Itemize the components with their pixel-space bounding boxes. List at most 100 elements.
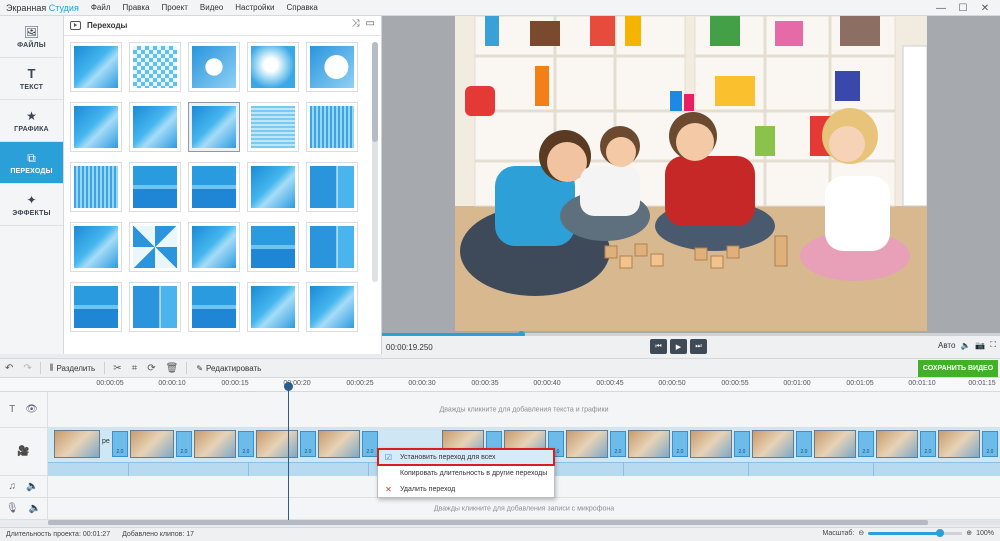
transition-thumb[interactable] — [306, 282, 358, 332]
skip-back-button[interactable]: ⏮ — [650, 339, 667, 354]
sidebar-item-graphics[interactable]: ★ ГРАФИКА — [0, 100, 63, 142]
transition-thumb[interactable] — [188, 282, 240, 332]
transition-thumb[interactable] — [129, 42, 181, 92]
transition-block[interactable]: 2.0 — [920, 431, 936, 457]
transition-thumb[interactable] — [306, 162, 358, 212]
playhead[interactable] — [284, 382, 293, 520]
text-track[interactable]: T 👁 Дважды кликните для добавления текст… — [0, 392, 1000, 428]
edit-button[interactable]: ✎ Редактировать — [190, 364, 267, 373]
transition-block[interactable]: 2.0 — [362, 431, 378, 457]
transition-thumb[interactable] — [70, 102, 122, 152]
undo-icon[interactable]: ↶ — [0, 363, 18, 374]
transition-thumb[interactable] — [70, 222, 122, 272]
menu-item-copy-duration[interactable]: Копировать длительность в другие переход… — [378, 465, 554, 481]
fullscreen-icon[interactable]: ⛶ — [990, 340, 996, 350]
transition-thumb[interactable] — [306, 102, 358, 152]
camera-icon: 🎥 — [17, 446, 30, 457]
crop-icon[interactable]: ⌗ — [127, 363, 143, 374]
timeline-scrollbar[interactable] — [48, 520, 1000, 525]
volume-icon[interactable]: 🔈 — [26, 481, 38, 492]
menu-item-delete-transition[interactable]: ✕ Удалить переход — [378, 481, 554, 497]
video-clip[interactable] — [256, 430, 298, 458]
transition-block[interactable]: 2.0 — [112, 431, 128, 457]
transition-block[interactable]: 2.0 — [734, 431, 750, 457]
video-clip[interactable] — [54, 430, 100, 458]
video-clip[interactable] — [876, 430, 918, 458]
video-clip[interactable] — [938, 430, 980, 458]
transition-block[interactable]: 2.0 — [672, 431, 688, 457]
transition-thumb[interactable] — [70, 42, 122, 92]
zoom-in-icon[interactable]: ⊕ — [966, 529, 972, 537]
video-clip[interactable] — [814, 430, 856, 458]
eye-icon[interactable]: 👁 — [25, 404, 38, 415]
transition-block[interactable]: 2.0 — [300, 431, 316, 457]
menu-video[interactable]: Видео — [194, 3, 229, 12]
transition-thumb[interactable] — [129, 162, 181, 212]
menu-edit[interactable]: Правка — [117, 3, 156, 12]
menu-file[interactable]: Файл — [85, 3, 117, 12]
minimize-button[interactable]: — — [930, 0, 952, 16]
timeline-ruler[interactable]: 00:00:05 00:00:10 00:00:15 00:00:20 00:0… — [0, 378, 1000, 392]
transition-thumb[interactable] — [129, 102, 181, 152]
sidebar-item-effects[interactable]: ✦ ЭФФЕКТЫ — [0, 184, 63, 226]
transition-thumb[interactable] — [188, 162, 240, 212]
panel-scrollbar[interactable] — [372, 42, 378, 282]
transition-thumb[interactable] — [247, 222, 299, 272]
transition-thumb[interactable] — [247, 162, 299, 212]
transition-thumb[interactable] — [306, 222, 358, 272]
rotate-icon[interactable]: ⟳ — [142, 363, 160, 374]
video-clip[interactable] — [130, 430, 174, 458]
transition-thumb[interactable] — [70, 162, 122, 212]
transition-thumb[interactable] — [247, 282, 299, 332]
close-button[interactable]: ✕ — [974, 0, 996, 16]
play-button[interactable]: ▶ — [670, 339, 687, 354]
sidebar-item-transitions[interactable]: ⧉ ПЕРЕХОДЫ — [0, 142, 63, 184]
transition-thumb[interactable] — [70, 282, 122, 332]
redo-icon[interactable]: ↷ — [18, 363, 36, 374]
transition-block[interactable]: 2.0 — [610, 431, 626, 457]
transition-thumb[interactable] — [188, 42, 240, 92]
video-clip[interactable] — [566, 430, 608, 458]
mic-track[interactable]: 🎙 🔈 Дважды кликните для добавления запис… — [0, 498, 1000, 520]
skip-forward-button[interactable]: ⏭ — [690, 339, 707, 354]
transition-thumb[interactable] — [247, 102, 299, 152]
transition-thumb-selected[interactable] — [188, 102, 240, 152]
save-video-button[interactable]: СОХРАНИТЬ ВИДЕО — [918, 360, 998, 377]
video-clip[interactable] — [628, 430, 670, 458]
sidebar-item-files[interactable]: 🖼 ФАЙЛЫ — [0, 16, 63, 58]
video-clip[interactable] — [752, 430, 794, 458]
zoom-slider[interactable] — [868, 528, 963, 537]
transition-block[interactable]: 2.0 — [176, 431, 192, 457]
transition-thumb[interactable] — [306, 42, 358, 92]
menu-settings[interactable]: Настройки — [229, 3, 280, 12]
video-clip[interactable] — [690, 430, 732, 458]
menu-item-apply-to-all[interactable]: ☑ Установить переход для всех — [377, 448, 555, 466]
transition-thumb[interactable] — [188, 222, 240, 272]
transition-block[interactable]: 2.0 — [858, 431, 874, 457]
audio-segment-divider — [128, 463, 129, 477]
video-clip[interactable] — [318, 430, 360, 458]
aspect-icon[interactable]: ▭ — [366, 18, 375, 29]
sidebar-item-text[interactable]: T ТЕКСТ — [0, 58, 63, 100]
volume-icon[interactable]: 🔈 — [960, 341, 970, 350]
cut-icon[interactable]: ✂ — [108, 363, 126, 374]
transition-thumb[interactable] — [129, 222, 181, 272]
shuffle-icon[interactable]: ⤨ — [352, 18, 360, 29]
menu-project[interactable]: Проект — [156, 3, 194, 12]
split-button[interactable]: ⫼ Разделить — [44, 363, 101, 373]
video-clip[interactable] — [194, 430, 236, 458]
auto-label[interactable]: Авто — [938, 341, 955, 350]
transition-block[interactable]: 2.0 — [982, 431, 998, 457]
camera-icon[interactable]: 📷 — [975, 341, 985, 350]
volume-icon[interactable]: 🔈 — [29, 503, 41, 514]
player-right-tools: Авто 🔈 📷 ⛶ — [938, 340, 996, 350]
maximize-button[interactable]: ☐ — [952, 0, 974, 16]
zoom-out-icon[interactable]: ⊖ — [858, 529, 864, 537]
transition-thumb[interactable] — [129, 282, 181, 332]
transition-thumb[interactable] — [247, 42, 299, 92]
transition-block[interactable]: 2.0 — [796, 431, 812, 457]
transition-block[interactable]: 2.0 — [238, 431, 254, 457]
menu-help[interactable]: Справка — [281, 3, 324, 12]
wand-icon: ✦ — [26, 192, 37, 207]
delete-icon[interactable]: 🗑 — [161, 363, 184, 374]
